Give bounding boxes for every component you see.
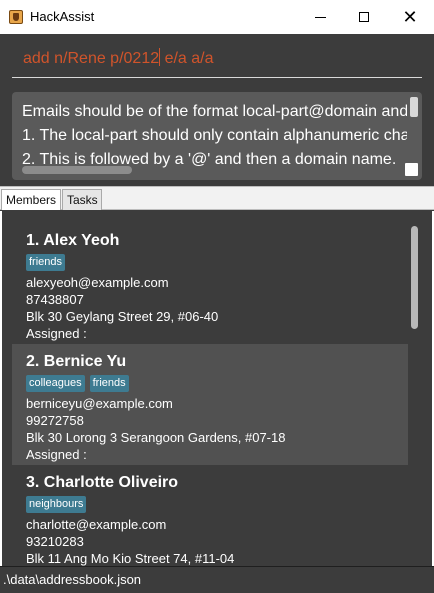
member-card[interactable]: 2. Bernice Yu colleagues friends bernice… bbox=[12, 344, 408, 465]
member-assigned: Assigned : bbox=[26, 447, 87, 462]
status-bar: .\data\addressbook.json bbox=[0, 566, 434, 593]
tab-tasks[interactable]: Tasks bbox=[62, 189, 102, 210]
member-card[interactable]: 3. Charlotte Oliveiro neighbours charlot… bbox=[12, 465, 408, 566]
member-list-area: 1. Alex Yeoh friends alexyeoh@example.co… bbox=[0, 211, 434, 566]
tag-badge: friends bbox=[89, 375, 129, 392]
member-name: 1. Alex Yeoh bbox=[26, 232, 120, 249]
member-address: Blk 30 Geylang Street 29, #06-40 bbox=[26, 309, 219, 324]
scroll-corner bbox=[405, 163, 418, 176]
close-button[interactable]: ✕ bbox=[387, 0, 433, 34]
tag-badge: friends bbox=[26, 254, 66, 271]
member-tags: colleagues friends bbox=[26, 375, 394, 392]
result-vertical-scrollbar[interactable] bbox=[410, 97, 418, 117]
member-assigned: Assigned : bbox=[26, 326, 87, 341]
member-card[interactable]: 1. Alex Yeoh friends alexyeoh@example.co… bbox=[12, 223, 408, 344]
tab-bar: Members Tasks bbox=[0, 186, 434, 210]
title-bar: HackAssist ✕ bbox=[0, 0, 434, 34]
minimize-icon bbox=[314, 16, 326, 18]
member-address: Blk 30 Lorong 3 Serangoon Gardens, #07-1… bbox=[26, 430, 286, 445]
tab-members[interactable]: Members bbox=[1, 189, 61, 210]
member-email: berniceyu@example.com bbox=[26, 396, 173, 411]
member-phone: 87438807 bbox=[26, 292, 84, 307]
member-name: 3. Charlotte Oliveiro bbox=[26, 474, 179, 491]
minimize-button[interactable] bbox=[297, 0, 343, 34]
file-path-status: .\data\addressbook.json bbox=[3, 572, 142, 587]
command-text: add n/Rene p/0212 bbox=[23, 50, 160, 67]
maximize-icon bbox=[359, 12, 369, 22]
member-name: 2. Bernice Yu bbox=[26, 353, 127, 370]
tag-badge: colleagues bbox=[26, 375, 85, 392]
member-email: alexyeoh@example.com bbox=[26, 275, 169, 290]
command-text-tail: e/a a/a bbox=[160, 50, 214, 67]
member-list-scrollbar[interactable] bbox=[411, 226, 418, 329]
member-list[interactable]: 1. Alex Yeoh friends alexyeoh@example.co… bbox=[2, 211, 432, 566]
tag-badge: neighbours bbox=[26, 496, 87, 513]
app-logo-icon bbox=[9, 10, 23, 24]
app-window: HackAssist ✕ add n/Rene p/0212 e/a a/a E… bbox=[0, 0, 434, 593]
result-line: Emails should be of the format local-par… bbox=[22, 103, 407, 120]
close-icon: ✕ bbox=[402, 6, 418, 27]
result-text: Emails should be of the format local-par… bbox=[22, 100, 407, 170]
member-tags: friends bbox=[26, 254, 394, 271]
command-box: add n/Rene p/0212 e/a a/a bbox=[0, 34, 434, 86]
maximize-button[interactable] bbox=[341, 0, 387, 34]
result-display[interactable]: Emails should be of the format local-par… bbox=[12, 92, 422, 180]
member-tags: neighbours bbox=[26, 496, 394, 513]
result-line: 1. The local-part should only contain al… bbox=[22, 127, 407, 144]
member-phone: 93210283 bbox=[26, 534, 84, 549]
command-input[interactable]: add n/Rene p/0212 e/a a/a bbox=[12, 40, 422, 78]
member-address: Blk 11 Ang Mo Kio Street 74, #11-04 bbox=[26, 551, 235, 566]
member-email: charlotte@example.com bbox=[26, 517, 167, 532]
member-phone: 99272758 bbox=[26, 413, 84, 428]
window-title: HackAssist bbox=[30, 9, 95, 24]
result-horizontal-scrollbar[interactable] bbox=[22, 166, 132, 174]
